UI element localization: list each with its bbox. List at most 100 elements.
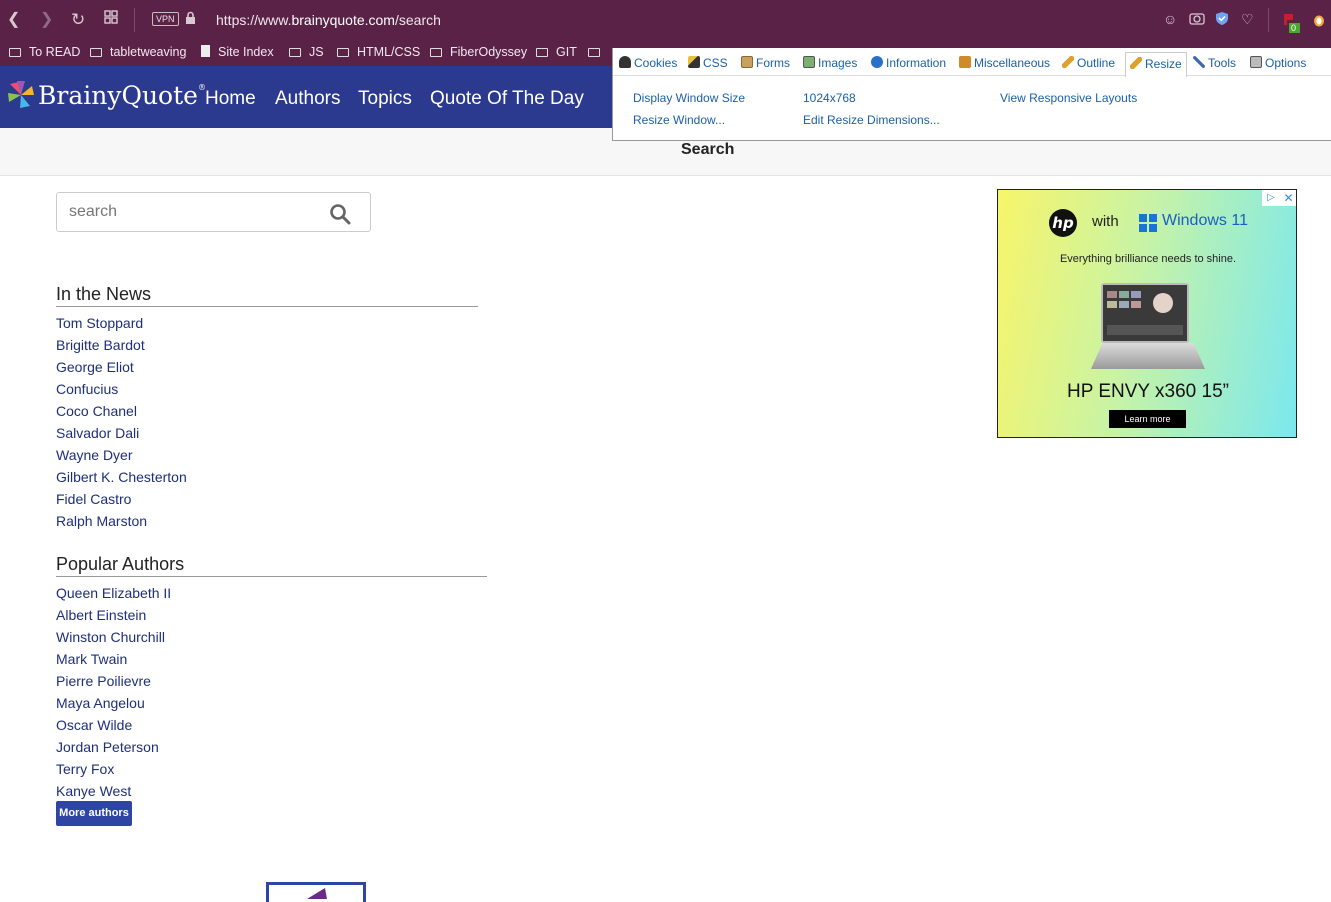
advertisement[interactable]: ▷ ✕ hp with Windows 11 Everything brilli… [997,189,1297,438]
page-title: Search [681,141,735,158]
bookmark-folder[interactable] [588,45,608,59]
search-icon[interactable] [329,203,351,225]
ad-product: HP ENVY x360 15” [1067,381,1229,402]
browser-toolbar: ❮ ❯ ↻ VPN https://www.brainyquote.com/se… [0,0,1331,40]
tools-icon [1193,56,1205,68]
ad-windows-text: Windows 11 [1162,212,1248,229]
popular-heading: Popular Authors [56,554,185,574]
author-link[interactable]: Jordan Peterson [56,739,159,755]
shield-icon[interactable] [1215,11,1229,29]
image-icon [803,56,815,68]
search-input[interactable] [69,201,319,223]
author-link[interactable]: Queen Elizabeth II [56,585,171,601]
back-icon[interactable]: ❮ [7,10,20,30]
news-link[interactable]: Brigitte Bardot [56,337,145,353]
emoji-icon[interactable]: ☺ [1163,11,1177,27]
hp-logo: hp [1049,209,1077,237]
adchoices-icon[interactable]: ▷ [1262,190,1280,206]
news-heading: In the News [56,284,152,304]
reload-icon[interactable]: ↻ [71,10,85,30]
folder-icon [9,48,21,57]
profile-icon[interactable] [1313,11,1325,30]
lock-icon[interactable] [185,11,196,31]
tab-cookies[interactable]: Cookies [619,56,677,70]
bookmark-folder[interactable]: To READ [9,45,80,59]
popular-divider [56,576,487,577]
news-link[interactable]: Confucius [56,381,118,397]
pencil-icon [1062,56,1074,68]
tab-css[interactable]: CSS [688,56,728,70]
web-developer-panel: Cookies CSS Forms Images Information Mis… [612,48,1331,141]
bookmark-folder[interactable]: tabletweaving [90,45,186,59]
display-window-size-item[interactable]: Display Window Size [633,91,745,105]
tab-grid-icon[interactable] [104,10,118,30]
view-responsive-layouts-item[interactable]: View Responsive Layouts [1000,91,1137,105]
edit-resize-dimensions-item[interactable]: Edit Resize Dimensions... [803,113,940,127]
author-link[interactable]: Pierre Poilievre [56,673,151,689]
pencil-icon [1130,57,1142,69]
clipboard-icon [741,56,753,68]
folder-icon [90,48,102,57]
tab-information[interactable]: Information [871,56,946,70]
bookmark-folder[interactable]: FiberOdyssey [430,45,527,59]
folder-icon [337,48,349,57]
address-bar[interactable]: https://www.brainyquote.com/search [216,12,441,28]
news-link[interactable]: Tom Stoppard [56,315,143,331]
news-link[interactable]: Fidel Castro [56,491,131,507]
author-link[interactable]: Terry Fox [56,761,114,777]
folder-icon [289,48,301,57]
site-logo[interactable]: BrainyQuote® [6,80,206,110]
folder-icon [430,48,442,57]
news-link[interactable]: Ralph Marston [56,513,147,529]
nav-quote-of-the-day[interactable]: Quote Of The Day [430,88,584,110]
camera-icon[interactable] [1189,11,1205,28]
tab-resize[interactable]: Resize [1125,52,1187,77]
tab-miscellaneous[interactable]: Miscellaneous [959,56,1050,70]
tab-tools[interactable]: Tools [1193,56,1236,70]
news-link[interactable]: Coco Chanel [56,403,137,419]
author-link[interactable]: Winston Churchill [56,629,165,645]
ad-tagline: Everything brilliance needs to shine. [1059,253,1237,265]
news-link[interactable]: Salvador Dali [56,425,139,441]
book-icon [959,56,971,68]
nav-topics[interactable]: Topics [358,88,412,110]
learn-more-button[interactable]: Learn more [1109,410,1186,428]
author-link[interactable]: Maya Angelou [56,695,145,711]
tab-outline[interactable]: Outline [1062,56,1115,70]
nav-authors[interactable]: Authors [275,88,340,110]
author-link[interactable]: Albert Einstein [56,607,146,623]
wand-icon [688,56,700,68]
tab-images[interactable]: Images [803,56,857,70]
tab-forms[interactable]: Forms [741,56,790,70]
heart-icon[interactable]: ♡ [1241,11,1254,28]
ad-with-text: with [1092,213,1119,230]
author-link[interactable]: Mark Twain [56,651,127,667]
search-box [56,192,371,232]
options-icon [1250,56,1262,68]
bookmark-link[interactable]: Site Index [201,45,274,59]
news-divider [56,306,478,307]
nav-home[interactable]: Home [205,88,256,110]
news-link[interactable]: George Eliot [56,359,134,375]
more-authors-button[interactable]: More authors [56,801,132,826]
windows-logo-icon [1139,214,1157,232]
window-size-preset[interactable]: 1024x768 [803,91,856,105]
forward-icon[interactable]: ❯ [40,10,53,30]
close-icon[interactable]: ✕ [1280,190,1296,206]
bookmark-folder[interactable]: JS [289,45,324,59]
bottom-image[interactable] [266,882,366,902]
folder-icon [588,48,600,57]
extension-badge: 0 [1291,23,1297,33]
resize-window-item[interactable]: Resize Window... [633,113,725,127]
news-link[interactable]: Gilbert K. Chesterton [56,469,187,485]
news-link[interactable]: Wayne Dyer [56,447,133,463]
laptop-image [1101,283,1189,343]
author-link[interactable]: Kanye West [56,783,131,799]
tab-options[interactable]: Options [1250,56,1306,70]
bookmark-folder[interactable]: HTML/CSS [337,45,420,59]
web-developer-tabs: Cookies CSS Forms Images Information Mis… [613,48,1331,77]
bookmark-folder[interactable]: GIT [536,45,577,59]
laptop-base [1091,343,1205,369]
vpn-badge[interactable]: VPN [152,12,179,26]
author-link[interactable]: Oscar Wilde [56,717,132,733]
